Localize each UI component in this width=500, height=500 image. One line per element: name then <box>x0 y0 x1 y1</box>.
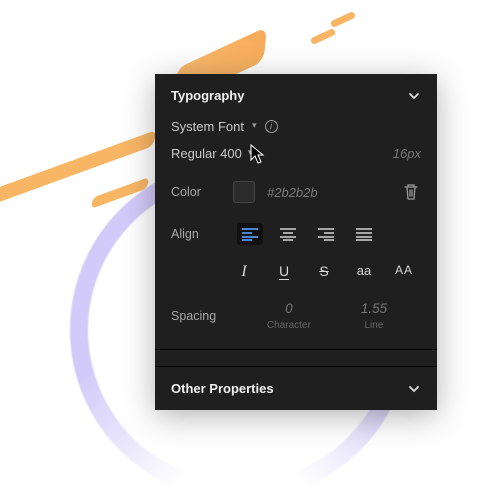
typography-title: Typography <box>171 88 244 103</box>
align-center-button[interactable] <box>275 223 301 245</box>
uppercase-button[interactable]: AA <box>393 263 415 281</box>
typography-section-header[interactable]: Typography <box>155 74 437 117</box>
dropdown-caret-icon: ▾ <box>252 120 257 131</box>
align-justify-button[interactable] <box>351 223 377 245</box>
trash-icon[interactable] <box>403 183 421 201</box>
line-spacing-caption: Line <box>361 320 387 331</box>
chevron-down-icon <box>407 382 421 396</box>
color-label: Color <box>171 185 233 199</box>
align-left-button[interactable] <box>237 223 263 245</box>
strikethrough-button[interactable]: S <box>313 263 335 281</box>
text-decoration-group: I U S aa AA <box>171 255 421 295</box>
properties-panel: Typography System Font ▾ i Regular 400 ▾… <box>155 74 437 410</box>
underline-button[interactable]: U <box>273 263 295 281</box>
other-properties-title: Other Properties <box>171 381 274 396</box>
brush-stroke <box>310 28 337 45</box>
font-family-value: System Font <box>171 119 244 134</box>
character-spacing-input[interactable]: 0 Character <box>267 301 311 331</box>
character-spacing-value: 0 <box>267 301 311 316</box>
lowercase-button[interactable]: aa <box>353 263 375 281</box>
align-button-group <box>233 223 377 245</box>
align-right-button[interactable] <box>313 223 339 245</box>
section-divider <box>155 349 437 350</box>
spacing-label: Spacing <box>171 309 233 323</box>
line-spacing-value: 1.55 <box>361 301 387 316</box>
brush-stroke <box>330 11 357 28</box>
align-label: Align <box>171 227 233 241</box>
font-weight-value: Regular 400 <box>171 146 242 161</box>
other-properties-section-header[interactable]: Other Properties <box>155 366 437 410</box>
font-weight-selector[interactable]: Regular 400 ▾ <box>171 146 252 161</box>
typography-section-body: System Font ▾ i Regular 400 ▾ Color #2b2… <box>155 117 437 366</box>
color-hex-value: #2b2b2b <box>267 185 403 200</box>
cursor-pointer-icon <box>250 144 266 171</box>
line-spacing-input[interactable]: 1.55 Line <box>361 301 387 331</box>
font-family-selector[interactable]: System Font ▾ i <box>171 117 421 146</box>
chevron-down-icon <box>407 89 421 103</box>
font-size-input[interactable] <box>371 146 421 161</box>
color-swatch[interactable] <box>233 181 255 203</box>
info-icon[interactable]: i <box>265 120 278 133</box>
character-spacing-caption: Character <box>267 320 311 331</box>
italic-button[interactable]: I <box>233 263 255 281</box>
